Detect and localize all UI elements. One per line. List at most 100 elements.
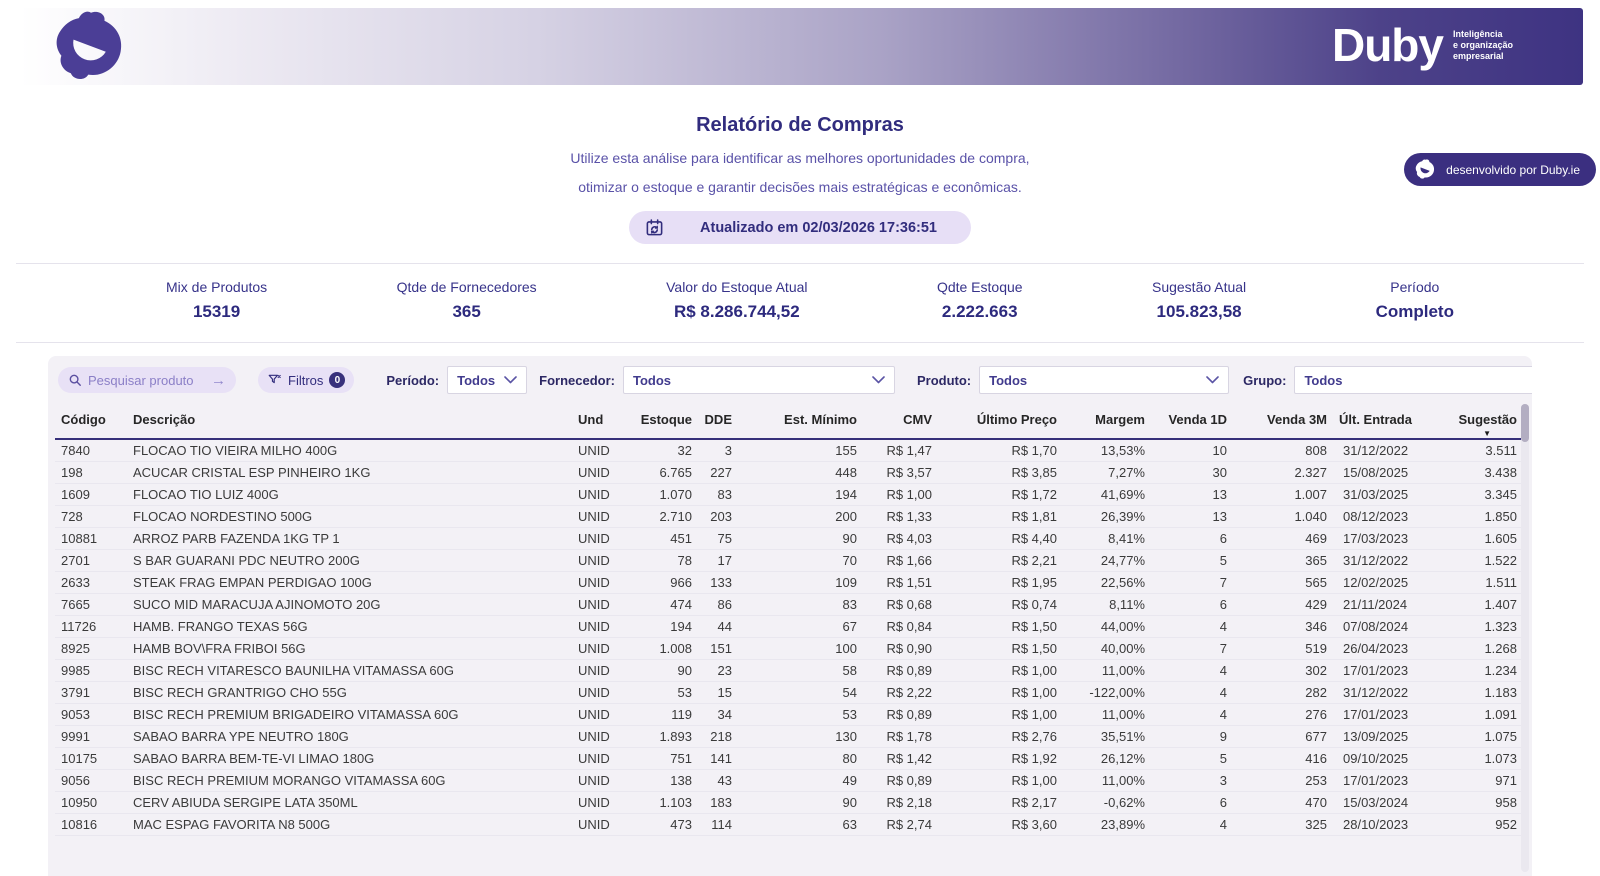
cell-8: 22,56%: [1063, 571, 1151, 594]
cell-1: S BAR GUARANI PDC NEUTRO 200G: [127, 549, 572, 572]
search-submit-arrow-icon[interactable]: →: [211, 372, 226, 389]
column-header-c-digo[interactable]: Código: [55, 406, 127, 440]
cell-2: UNID: [572, 505, 620, 528]
search-input[interactable]: [88, 372, 205, 388]
dropdown-label: Fornecedor:: [539, 372, 615, 388]
cell-10: 365: [1233, 549, 1333, 572]
cell-7: R$ 1,00: [938, 659, 1063, 682]
stat-value: 2.222.663: [941, 302, 1018, 321]
cell-7: R$ 1,50: [938, 615, 1063, 638]
cell-0: 9985: [55, 659, 127, 682]
cell-10: 565: [1233, 571, 1333, 594]
column-header-cmv[interactable]: CMV: [863, 406, 938, 440]
developed-by-badge[interactable]: desenvolvido por Duby.ie: [1404, 153, 1596, 186]
table-row[interactable]: 7665 SUCO MID MARACUJA AJINOMOTO 20G UNID 4…: [55, 593, 1523, 616]
table-row[interactable]: 2633 STEAK FRAG EMPAN PERDIGAO 100G UNID 96…: [55, 571, 1523, 594]
dropdown-selected-value: Todos: [632, 372, 671, 388]
column-header--ltimo-pre-o[interactable]: Último Preço: [938, 406, 1063, 440]
cell-3: 53: [620, 681, 698, 704]
column-header-sugest-o[interactable]: Sugestão ▼: [1438, 406, 1523, 440]
table-row[interactable]: 10950 CERV ABIUDA SERGIPE LATA 350ML UNID 1…: [55, 791, 1523, 814]
table-body: 7840 FLOCAO TIO VIEIRA MILHO 400G UNID 32 3 1…: [55, 439, 1523, 836]
cell-11: 17/03/2023: [1333, 527, 1438, 550]
cell-1: FLOCAO TIO VIEIRA MILHO 400G: [127, 439, 572, 462]
table-row[interactable]: 10816 MAC ESPAG FAVORITA N8 500G UNID 473 11…: [55, 813, 1523, 836]
dropdown-select[interactable]: Todos: [1294, 366, 1532, 394]
cell-3: 751: [620, 747, 698, 770]
table-row[interactable]: 10881 ARROZ PARB FAZENDA 1KG TP 1 UNID 451 7…: [55, 527, 1523, 550]
table-row[interactable]: 8925 HAMB BOV\FRA FRIBOI 56G UNID 1.008 151 1…: [55, 637, 1523, 660]
cell-6: R$ 1,51: [863, 571, 938, 594]
column-header-venda-1d[interactable]: Venda 1D: [1151, 406, 1233, 440]
cell-4: 227: [698, 461, 738, 484]
column-header-dde[interactable]: DDE: [698, 406, 738, 440]
cell-8: 11,00%: [1063, 769, 1151, 792]
cell-3: 90: [620, 659, 698, 682]
table-row[interactable]: 2701 S BAR GUARANI PDC NEUTRO 200G UNID 78 1…: [55, 549, 1523, 572]
cell-11: 13/09/2025: [1333, 725, 1438, 748]
cell-4: 43: [698, 769, 738, 792]
scrollbar-thumb[interactable]: [1521, 404, 1529, 442]
table-row[interactable]: 728 FLOCAO NORDESTINO 500G UNID 2.710 203 200…: [55, 505, 1523, 528]
dropdown-select[interactable]: Todos: [979, 366, 1230, 394]
cell-10: 416: [1233, 747, 1333, 770]
cell-2: UNID: [572, 725, 620, 748]
table-row[interactable]: 1609 FLOCAO TIO LUIZ 400G UNID 1.070 83 194 R$…: [55, 483, 1523, 506]
cell-5: 58: [738, 659, 863, 682]
cell-12: 1.605: [1438, 527, 1523, 550]
cell-3: 6.765: [620, 461, 698, 484]
filters-button[interactable]: Filtros 0: [258, 367, 355, 393]
cell-2: UNID: [572, 593, 620, 616]
cell-0: 11726: [55, 615, 127, 638]
cell-10: 346: [1233, 615, 1333, 638]
cell-0: 8925: [55, 637, 127, 660]
cell-12: 958: [1438, 791, 1523, 814]
table-row[interactable]: 198 ACUCAR CRISTAL ESP PINHEIRO 1KG UNID 6.…: [55, 461, 1523, 484]
dropdown-select[interactable]: Todos: [447, 366, 528, 394]
cell-6: R$ 4,03: [863, 527, 938, 550]
cell-3: 138: [620, 769, 698, 792]
cell-9: 7: [1151, 571, 1233, 594]
cell-3: 451: [620, 527, 698, 550]
cell-1: HAMB. FRANGO TEXAS 56G: [127, 615, 572, 638]
cell-12: 1.091: [1438, 703, 1523, 726]
stat-value: 365: [452, 302, 481, 321]
column-header-est-m-nimo[interactable]: Est. Mínimo: [738, 406, 863, 440]
table-row[interactable]: 9053 BISC RECH PREMIUM BRIGADEIRO VITAMAS…: [55, 703, 1523, 726]
cell-9: 4: [1151, 615, 1233, 638]
table-row[interactable]: 11726 HAMB. FRANGO TEXAS 56G UNID 194 44 67 R$…: [55, 615, 1523, 638]
vertical-scrollbar[interactable]: [1521, 404, 1529, 872]
report-hero: Relatório de Compras Utilize esta anális…: [0, 114, 1600, 244]
column-header-venda-3m[interactable]: Venda 3M: [1233, 406, 1333, 440]
table-row[interactable]: 9991 SABAO BARRA YPE NEUTRO 180G UNID 1.893…: [55, 725, 1523, 748]
cell-0: 9053: [55, 703, 127, 726]
cell-11: 31/12/2022: [1333, 439, 1438, 462]
column-header--lt-entrada[interactable]: Últ. Entrada: [1333, 406, 1438, 440]
cell-8: 8,41%: [1063, 527, 1151, 550]
table-row[interactable]: 10175 SABAO BARRA BEM-TE-VI LIMAO 180G UNI…: [55, 747, 1523, 770]
cell-9: 30: [1151, 461, 1233, 484]
column-header-descri-o[interactable]: Descrição: [127, 406, 572, 440]
column-header-estoque[interactable]: Estoque: [620, 406, 698, 440]
cell-3: 119: [620, 703, 698, 726]
filter-dropdown-group: Produto: Todos: [917, 366, 1230, 394]
dropdown-selected-value: Todos: [989, 372, 1028, 388]
cell-8: 11,00%: [1063, 659, 1151, 682]
cell-12: 1.234: [1438, 659, 1523, 682]
cell-3: 1.103: [620, 791, 698, 814]
column-header-und[interactable]: Und: [572, 406, 620, 440]
table-row[interactable]: 9985 BISC RECH VITARESCO BAUNILHA VITAMAS…: [55, 659, 1523, 682]
dropdown-select[interactable]: Todos: [622, 366, 895, 394]
sort-desc-icon[interactable]: ▼: [1483, 429, 1491, 438]
table-row[interactable]: 3791 BISC RECH GRANTRIGO CHO 55G UNID 53 15 5…: [55, 681, 1523, 704]
cell-12: 1.268: [1438, 637, 1523, 660]
calendar-sync-icon: [646, 219, 663, 236]
cell-4: 141: [698, 747, 738, 770]
column-header-margem[interactable]: Margem: [1063, 406, 1151, 440]
table-row[interactable]: 7840 FLOCAO TIO VIEIRA MILHO 400G UNID 32 3 1…: [55, 439, 1523, 462]
stat-card: Sugestão Atual 105.823,58: [1152, 279, 1246, 322]
search-box[interactable]: →: [58, 367, 236, 393]
table-row[interactable]: 9056 BISC RECH PREMIUM MORANGO VITAMASSA …: [55, 769, 1523, 792]
cell-2: UNID: [572, 703, 620, 726]
stat-card: Qtde de Fornecedores 365: [397, 279, 537, 322]
